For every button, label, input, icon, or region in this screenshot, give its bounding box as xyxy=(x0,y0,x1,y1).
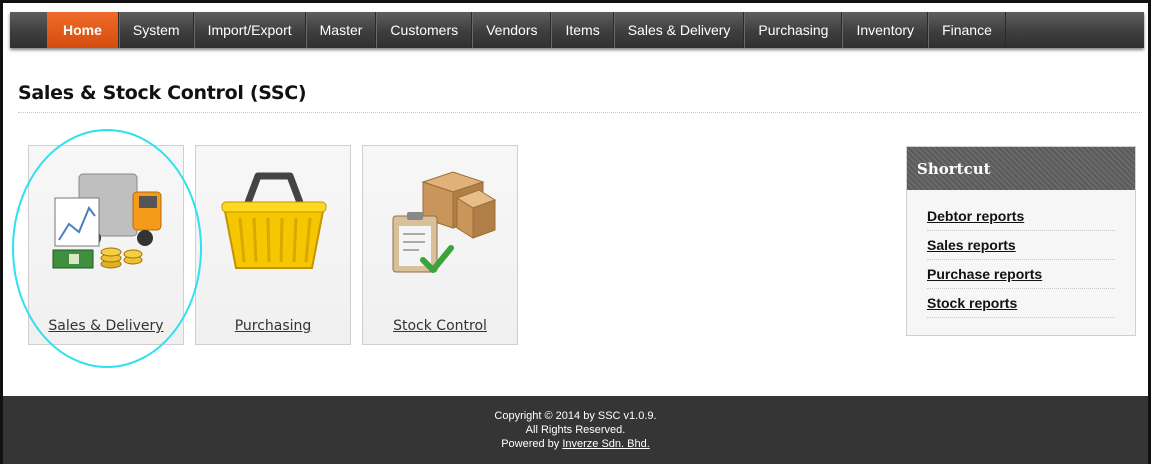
purchase-reports-link[interactable]: Purchase reports xyxy=(927,266,1042,282)
nav-item-master[interactable]: Master xyxy=(305,12,377,48)
nav-item-import-export[interactable]: Import/Export xyxy=(193,12,306,48)
main-nav: Home System Import/Export Master Custome… xyxy=(10,12,1144,48)
tile-label-purchasing[interactable]: Purchasing xyxy=(196,318,350,334)
sales-reports-link[interactable]: Sales reports xyxy=(927,237,1016,253)
nav-item-items[interactable]: Items xyxy=(551,12,614,48)
tile-purchasing[interactable]: Purchasing xyxy=(195,145,351,345)
tile-sales-delivery[interactable]: Sales & Delivery xyxy=(28,145,184,345)
footer-rights: All Rights Reserved. xyxy=(525,424,626,436)
truck-cash-icon xyxy=(52,173,162,269)
nav-item-system[interactable]: System xyxy=(118,12,194,48)
nav-item-home[interactable]: Home xyxy=(47,12,119,48)
footer-powered: Powered by Inverze Sdn. Bhd. xyxy=(3,437,1148,451)
list-item: Sales reports xyxy=(927,231,1115,260)
boxes-clipboard-icon xyxy=(392,171,497,273)
shortcut-panel: Shortcut Debtor reports Sales reports Pu… xyxy=(906,146,1136,336)
shortcut-title: Shortcut xyxy=(907,147,1135,190)
shortcut-list: Debtor reports Sales reports Purchase re… xyxy=(907,190,1135,318)
footer-powered-prefix: Powered by xyxy=(501,438,563,450)
basket-icon xyxy=(221,172,327,269)
nav-item-inventory[interactable]: Inventory xyxy=(842,12,929,48)
debtor-reports-link[interactable]: Debtor reports xyxy=(927,208,1024,224)
list-item: Purchase reports xyxy=(927,260,1115,289)
list-item: Stock reports xyxy=(927,289,1115,318)
footer-copyright: Copyright © 2014 by SSC v1.0.9. xyxy=(494,410,657,422)
tile-label-sales-delivery[interactable]: Sales & Delivery xyxy=(29,318,183,334)
nav-item-finance[interactable]: Finance xyxy=(928,12,1006,48)
title-divider xyxy=(18,112,1142,113)
list-item: Debtor reports xyxy=(927,202,1115,231)
nav-item-vendors[interactable]: Vendors xyxy=(472,12,552,48)
nav-item-purchasing[interactable]: Purchasing xyxy=(744,12,843,48)
nav-item-sales-delivery[interactable]: Sales & Delivery xyxy=(613,12,745,48)
company-link[interactable]: Inverze Sdn. Bhd. xyxy=(562,438,649,450)
tile-stock-control[interactable]: Stock Control xyxy=(362,145,518,345)
tile-label-stock-control[interactable]: Stock Control xyxy=(363,318,517,334)
stock-reports-link[interactable]: Stock reports xyxy=(927,295,1017,311)
page-title: Sales & Stock Control (SSC) xyxy=(18,82,307,104)
footer: Copyright © 2014 by SSC v1.0.9. All Righ… xyxy=(3,396,1148,464)
nav-item-customers[interactable]: Customers xyxy=(376,12,473,48)
